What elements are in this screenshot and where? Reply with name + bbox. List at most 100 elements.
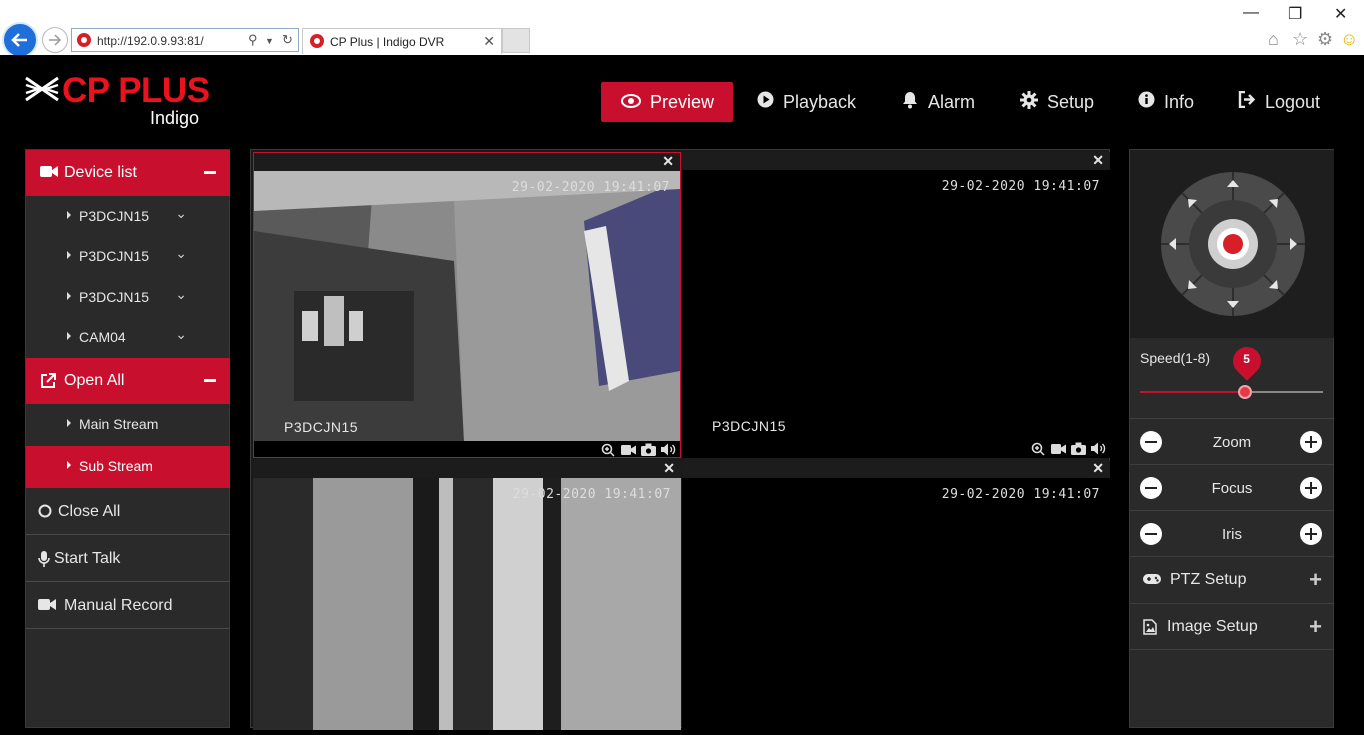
camera-feed-1 [254, 171, 680, 441]
iris-control: Iris [1130, 510, 1334, 556]
device-list-header[interactable]: Device list [26, 150, 230, 196]
focus-control: Focus [1130, 464, 1334, 510]
site-favicon-icon [77, 33, 91, 47]
settings-gear-icon[interactable]: ⚙ [1317, 29, 1333, 50]
browser-tab[interactable]: CP Plus | Indigo DVR ✕ [302, 28, 502, 54]
browser-chrome: http://192.0.9.93:81/ ⚲ ▼ ↻ CP Plus | In… [0, 0, 1364, 58]
gamepad-icon [1143, 572, 1161, 590]
camera-feed-3 [253, 478, 681, 730]
speed-value: 5 [1243, 352, 1250, 366]
expand-arrow-icon [67, 251, 71, 259]
gear-icon [1020, 90, 1038, 114]
speed-slider-fill [1140, 391, 1245, 393]
new-tab-button[interactable] [502, 28, 530, 53]
manual-record-button[interactable]: Manual Record [26, 582, 230, 629]
left-sidebar: Device list P3DCJN15 ⌄ P3DCJN15 ⌄ P3DCJN… [25, 149, 230, 728]
camera-timestamp: 29-02-2020 19:41:07 [511, 180, 670, 195]
restore-icon[interactable]: ❐ [1288, 4, 1302, 24]
start-talk-label: Start Talk [54, 550, 121, 567]
microphone-icon [38, 551, 50, 572]
feedback-smiley-icon[interactable]: ☺ [1340, 29, 1358, 50]
logo-mark-icon [25, 76, 59, 102]
refresh-icon[interactable]: ↻ [282, 32, 293, 48]
camera-titlebar: ✕ [253, 460, 681, 478]
nav-setup[interactable]: Setup [1020, 82, 1094, 122]
expand-arrow-icon [67, 419, 71, 427]
zoom-in-button[interactable] [1300, 431, 1322, 453]
home-icon[interactable]: ⌂ [1268, 29, 1279, 50]
logout-icon [1238, 90, 1256, 113]
ptz-direction-pad[interactable] [1160, 171, 1306, 317]
camera-view-3[interactable]: ✕ 29-02-2020 19:41:07 [253, 460, 681, 730]
device-item[interactable]: CAM04 ⌄ [26, 317, 230, 357]
focus-plus-button[interactable] [1300, 477, 1322, 499]
zoom-control: Zoom [1130, 418, 1334, 464]
dropdown-icon[interactable]: ▼ [265, 36, 274, 46]
ptz-setup-section[interactable]: PTZ Setup + [1130, 556, 1334, 603]
close-view-icon[interactable]: ✕ [662, 153, 674, 170]
zoom-in-icon[interactable] [601, 443, 616, 457]
chevron-down-icon[interactable]: ⌄ [175, 326, 187, 343]
record-video-icon[interactable] [621, 443, 636, 457]
cp-plus-logo: CP PLUS Indigo [24, 71, 214, 131]
nav-alarm[interactable]: Alarm [901, 82, 975, 122]
expand-plus-icon[interactable]: + [1309, 614, 1322, 640]
collapse-icon[interactable] [204, 379, 216, 382]
record-video-icon[interactable] [1051, 442, 1066, 456]
snapshot-camera-icon[interactable] [641, 443, 656, 457]
iris-plus-button[interactable] [1300, 523, 1322, 545]
snapshot-camera-icon[interactable] [1071, 442, 1086, 456]
speed-slider-knob[interactable] [1237, 385, 1252, 399]
forward-button[interactable] [42, 27, 68, 53]
nav-preview[interactable]: Preview [601, 82, 733, 122]
stream-item-sub[interactable]: Sub Stream [26, 446, 230, 488]
close-view-icon[interactable]: ✕ [1092, 460, 1104, 477]
image-icon [1143, 619, 1157, 640]
device-name: CAM04 [79, 329, 126, 345]
back-button[interactable] [2, 22, 38, 58]
device-item[interactable]: P3DCJN15 ⌄ [26, 236, 230, 276]
camera-view-1[interactable]: ✕ 29-02-2020 19:41:07 P3DCJN15 [253, 152, 681, 458]
camera-view-4[interactable]: ✕ 29-02-2020 19:41:07 [682, 460, 1110, 730]
nav-info[interactable]: Info [1138, 82, 1194, 122]
close-all-button[interactable]: Close All [26, 488, 230, 535]
camera-titlebar: ✕ [682, 460, 1110, 478]
ptz-panel: Speed(1-8) 5 Zoom Focus Iris PTZ Setup + [1129, 149, 1334, 728]
stream-item-main[interactable]: Main Stream [26, 404, 230, 446]
image-setup-section[interactable]: Image Setup + [1130, 603, 1334, 650]
device-item[interactable]: P3DCJN15 ⌄ [26, 277, 230, 317]
chevron-down-icon[interactable]: ⌄ [175, 286, 187, 303]
audio-speaker-icon[interactable] [1091, 442, 1106, 456]
nav-playback[interactable]: Playback [757, 82, 856, 122]
brand-sub: Indigo [150, 108, 200, 128]
camera-timestamp: 29-02-2020 19:41:07 [512, 487, 671, 502]
zoom-in-icon[interactable] [1031, 442, 1046, 456]
camera-timestamp: 29-02-2020 19:41:07 [941, 179, 1100, 194]
close-view-icon[interactable]: ✕ [1092, 152, 1104, 169]
nav-logout-label: Logout [1265, 91, 1321, 112]
nav-logout[interactable]: Logout [1238, 82, 1320, 122]
camera-name: P3DCJN15 [284, 419, 359, 435]
chevron-down-icon[interactable]: ⌄ [175, 245, 187, 262]
start-talk-button[interactable]: Start Talk [26, 535, 230, 582]
expand-plus-icon[interactable]: + [1309, 567, 1322, 593]
camera-view-2[interactable]: ✕ 29-02-2020 19:41:07 P3DCJN15 [682, 152, 1110, 458]
nav-setup-label: Setup [1047, 91, 1095, 112]
minimize-icon[interactable]: — [1243, 4, 1259, 22]
close-view-icon[interactable]: ✕ [663, 460, 675, 477]
close-window-icon[interactable]: ✕ [1334, 4, 1347, 24]
collapse-icon[interactable] [204, 171, 216, 174]
close-tab-icon[interactable]: ✕ [483, 33, 495, 50]
address-bar[interactable]: http://192.0.9.93:81/ ⚲ ▼ ↻ [71, 28, 299, 52]
brand-name: CP PLUS [62, 71, 210, 110]
chevron-down-icon[interactable]: ⌄ [175, 205, 187, 222]
camera-timestamp: 29-02-2020 19:41:07 [941, 487, 1100, 502]
open-all-header[interactable]: Open All [26, 358, 230, 404]
device-item[interactable]: P3DCJN15 ⌄ [26, 196, 230, 236]
device-name: P3DCJN15 [79, 208, 150, 224]
stream-label: Main Stream [79, 416, 159, 432]
favorites-star-icon[interactable]: ☆ [1292, 29, 1308, 50]
audio-speaker-icon[interactable] [661, 443, 676, 457]
image-setup-label: Image Setup [1167, 618, 1258, 635]
search-icon[interactable]: ⚲ [248, 32, 258, 48]
